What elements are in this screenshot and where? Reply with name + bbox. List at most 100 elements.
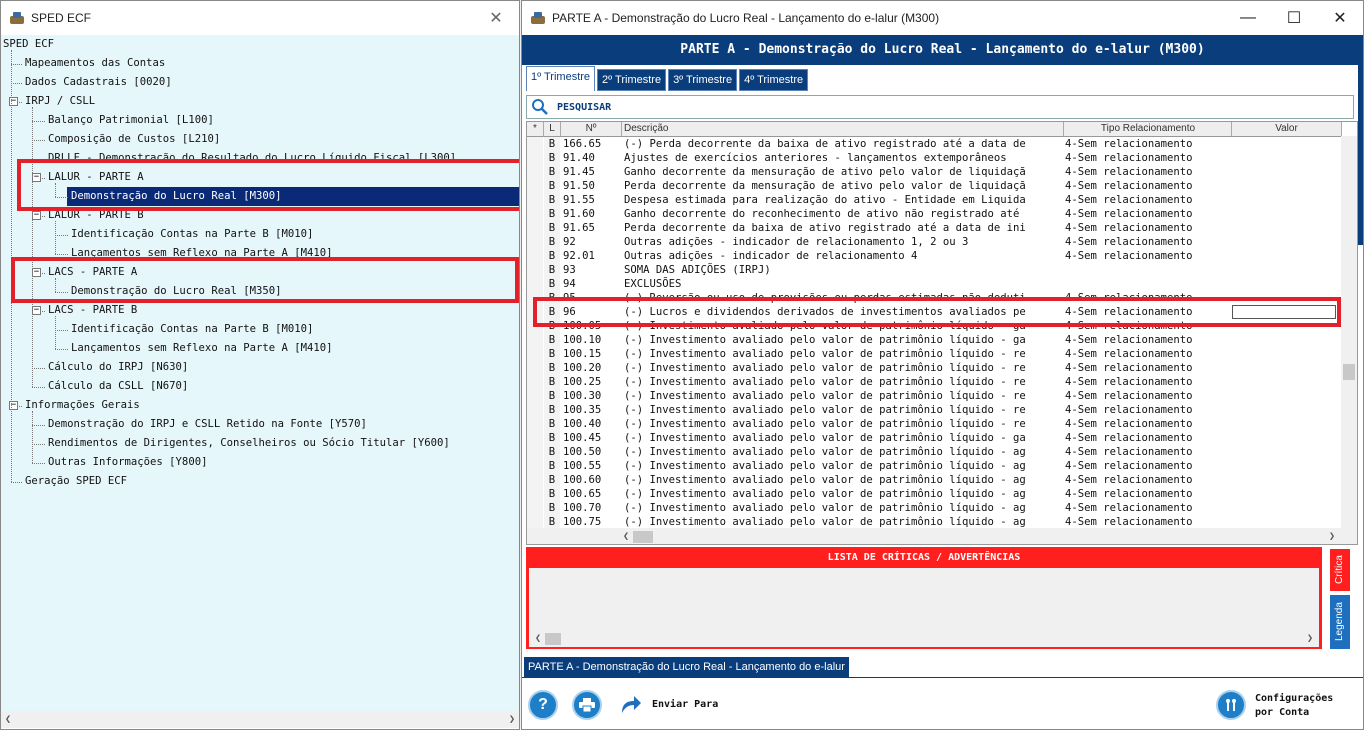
- table-row[interactable]: B 166.65 (-) Perda decorrente da baixa de …: [527, 137, 1341, 151]
- tab-1-trimestre[interactable]: 1º Trimestre: [526, 66, 596, 91]
- close-icon[interactable]: ✕: [1317, 1, 1363, 35]
- cell-valor[interactable]: [1232, 333, 1341, 347]
- critics-horizontal-scrollbar[interactable]: ❮ ❯: [529, 630, 1319, 647]
- collapse-icon[interactable]: −: [32, 306, 41, 315]
- scroll-right-icon[interactable]: ❯: [509, 714, 515, 725]
- close-icon[interactable]: ✕: [473, 1, 519, 35]
- cell-valor[interactable]: [1232, 431, 1341, 445]
- side-tab-critica[interactable]: Crítica: [1330, 549, 1350, 591]
- tree-item-irpj-csll[interactable]: IRPJ / CSLL: [25, 92, 95, 111]
- table-row[interactable]: B 100.20 (-) Investimento avaliado pelo va…: [527, 361, 1341, 375]
- collapse-icon[interactable]: −: [32, 211, 41, 220]
- tree-item-rendimentos-y600[interactable]: Rendimentos de Dirigentes, Conselheiros …: [48, 434, 450, 453]
- tab-2-trimestre[interactable]: 2º Trimestre: [597, 69, 667, 91]
- cell-valor[interactable]: [1232, 347, 1341, 361]
- table-row[interactable]: B 100.50 (-) Investimento avaliado pelo va…: [527, 445, 1341, 459]
- tree-item-demonstracao-y570[interactable]: Demonstração do IRPJ e CSLL Retido na Fo…: [48, 415, 367, 434]
- maximize-icon[interactable]: ☐: [1271, 1, 1317, 35]
- cell-valor[interactable]: [1232, 193, 1341, 207]
- cell-valor[interactable]: [1232, 137, 1341, 151]
- scroll-thumb[interactable]: [633, 530, 654, 543]
- table-row[interactable]: B 93 SOMA DAS ADIÇÕES (IRPJ): [527, 263, 1341, 277]
- scroll-right-icon[interactable]: ❯: [1329, 531, 1335, 542]
- cell-valor[interactable]: [1232, 501, 1341, 515]
- tree-item-lacs-parte-b[interactable]: LACS - PARTE B: [48, 301, 137, 320]
- table-row[interactable]: B 100.40 (-) Investimento avaliado pelo va…: [527, 417, 1341, 431]
- cell-valor[interactable]: [1232, 221, 1341, 235]
- tree-item-composicao[interactable]: Composição de Custos [L210]: [48, 130, 220, 149]
- scroll-thumb[interactable]: [1343, 364, 1355, 380]
- left-horizontal-scrollbar[interactable]: ❮ ❯: [1, 711, 519, 728]
- table-row[interactable]: B 100.15 (-) Investimento avaliado pelo va…: [527, 347, 1341, 361]
- config-button[interactable]: [1216, 690, 1246, 720]
- tab-3-trimestre[interactable]: 3º Trimestre: [668, 69, 738, 91]
- minimize-icon[interactable]: —: [1225, 1, 1271, 35]
- table-row[interactable]: B 100.65 (-) Investimento avaliado pelo va…: [527, 487, 1341, 501]
- tree-item-outras-y800[interactable]: Outras Informações [Y800]: [48, 453, 207, 472]
- print-button[interactable]: [572, 690, 602, 720]
- bottom-tab[interactable]: PARTE A - Demonstração do Lucro Real - L…: [524, 657, 849, 677]
- table-row[interactable]: B 91.60 Ganho decorrente do reconhecimento…: [527, 207, 1341, 221]
- cell-valor[interactable]: [1232, 249, 1341, 263]
- scroll-thumb[interactable]: [545, 632, 562, 645]
- cell-valor[interactable]: [1232, 375, 1341, 389]
- send-to-label[interactable]: Enviar Para: [652, 699, 718, 710]
- help-button[interactable]: ?: [528, 690, 558, 720]
- cell-valor[interactable]: [1232, 403, 1341, 417]
- table-row[interactable]: B 91.65 Perda decorrente da baixa de ativo…: [527, 221, 1341, 235]
- tree-item-dados-cadastrais[interactable]: Dados Cadastrais [0020]: [25, 73, 172, 92]
- cell-valor[interactable]: [1232, 361, 1341, 375]
- table-row[interactable]: B 91.45 Ganho decorrente da mensuração de …: [527, 165, 1341, 179]
- tree-item-calculo-irpj[interactable]: Cálculo do IRPJ [N630]: [48, 358, 188, 377]
- table-row[interactable]: B 100.45 (-) Investimento avaliado pelo va…: [527, 431, 1341, 445]
- table-row[interactable]: B 100.10 (-) Investimento avaliado pelo va…: [527, 333, 1341, 347]
- tree-item-calculo-csll[interactable]: Cálculo da CSLL [N670]: [48, 377, 188, 396]
- table-row[interactable]: B 100.25 (-) Investimento avaliado pelo va…: [527, 375, 1341, 389]
- cell-valor[interactable]: [1232, 515, 1341, 529]
- search-bar[interactable]: PESQUISAR: [526, 95, 1354, 119]
- table-row[interactable]: B 91.50 Perda decorrente da mensuração de …: [527, 179, 1341, 193]
- tree-item-balanco[interactable]: Balanço Patrimonial [L100]: [48, 111, 214, 130]
- table-row[interactable]: B 94 EXCLUSÕES: [527, 277, 1341, 291]
- table-row[interactable]: B 100.60 (-) Investimento avaliado pelo va…: [527, 473, 1341, 487]
- tab-4-trimestre[interactable]: 4º Trimestre: [739, 69, 809, 91]
- tree-item-identificacao-m010[interactable]: Identificação Contas na Parte B [M010]: [71, 225, 313, 244]
- grid-vertical-scrollbar[interactable]: [1341, 136, 1357, 528]
- cell-valor[interactable]: [1232, 165, 1341, 179]
- tree-item-mapeamentos[interactable]: Mapeamentos das Contas: [25, 54, 165, 73]
- tree-item-identificacao-m010-b[interactable]: Identificação Contas na Parte B [M010]: [71, 320, 313, 339]
- grid-horizontal-scrollbar[interactable]: ❮ ❯: [527, 528, 1357, 544]
- table-row[interactable]: B 100.55 (-) Investimento avaliado pelo va…: [527, 459, 1341, 473]
- cell-valor[interactable]: [1232, 207, 1341, 221]
- tree-item-lancamentos-m410-b[interactable]: Lançamentos sem Reflexo na Parte A [M410…: [71, 339, 333, 358]
- cell-valor[interactable]: [1232, 459, 1341, 473]
- search-icon[interactable]: [531, 98, 549, 116]
- table-row[interactable]: B 100.70 (-) Investimento avaliado pelo va…: [527, 501, 1341, 515]
- cell-valor[interactable]: [1232, 473, 1341, 487]
- table-row[interactable]: B 91.55 Despesa estimada para realização d…: [527, 193, 1341, 207]
- side-tab-legenda[interactable]: Legenda: [1330, 595, 1350, 649]
- scroll-left-icon[interactable]: ❮: [623, 531, 629, 542]
- cell-valor[interactable]: [1232, 263, 1341, 277]
- table-row[interactable]: B 100.30 (-) Investimento avaliado pelo va…: [527, 389, 1341, 403]
- table-row[interactable]: B 100.75 (-) Investimento avaliado pelo va…: [527, 515, 1341, 529]
- table-row[interactable]: B 92.01 Outras adições - indicador de rela…: [527, 249, 1341, 263]
- tree-item-informacoes-gerais[interactable]: Informações Gerais: [25, 396, 140, 415]
- cell-valor[interactable]: [1232, 151, 1341, 165]
- cell-valor[interactable]: [1232, 179, 1341, 193]
- cell-valor[interactable]: [1232, 277, 1341, 291]
- table-row[interactable]: B 91.40 Ajustes de exercícios anteriores -…: [527, 151, 1341, 165]
- tree-item-geracao-sped[interactable]: Geração SPED ECF: [25, 472, 127, 491]
- cell-valor[interactable]: [1232, 389, 1341, 403]
- send-arrow-icon[interactable]: [618, 693, 642, 717]
- cell-valor[interactable]: [1232, 487, 1341, 501]
- cell-valor[interactable]: [1232, 417, 1341, 431]
- scroll-left-icon[interactable]: ❮: [5, 714, 11, 725]
- scroll-right-icon[interactable]: ❯: [1307, 633, 1313, 644]
- table-row[interactable]: B 100.35 (-) Investimento avaliado pelo va…: [527, 403, 1341, 417]
- cell-valor[interactable]: [1232, 235, 1341, 249]
- table-row[interactable]: B 92 Outras adições - indicador de relacio…: [527, 235, 1341, 249]
- cell-valor[interactable]: [1232, 445, 1341, 459]
- scroll-left-icon[interactable]: ❮: [535, 633, 541, 644]
- config-label[interactable]: Configurações por Conta: [1255, 692, 1333, 720]
